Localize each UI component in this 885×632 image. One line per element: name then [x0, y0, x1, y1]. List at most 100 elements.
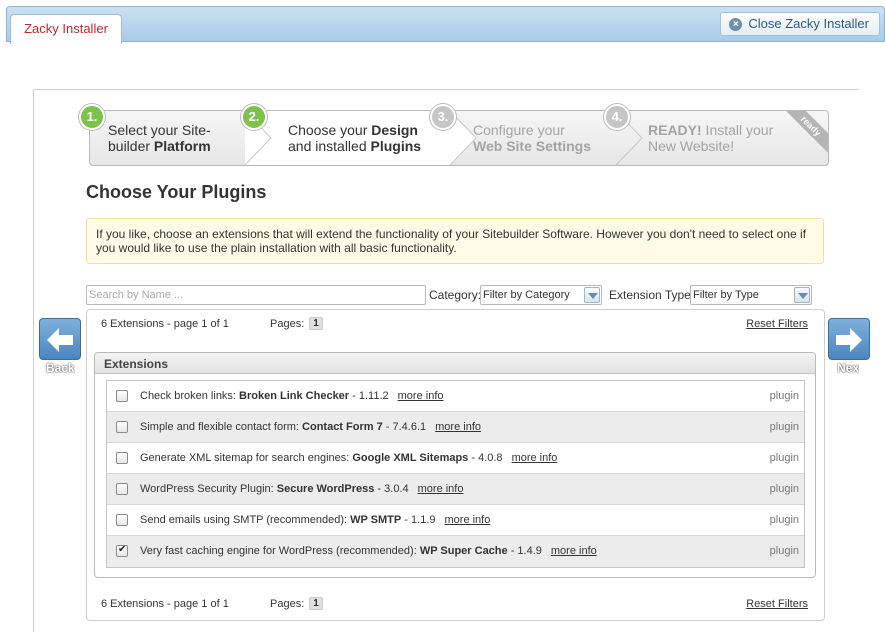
plugin-desc-text: Very fast caching engine for WordPress (…: [140, 545, 420, 557]
step-4: READY! Install your New Website!: [648, 111, 798, 165]
search-input[interactable]: [86, 285, 426, 305]
plugin-kind: plugin: [769, 514, 799, 526]
step-2: Choose your Design and installed Plugins: [288, 111, 448, 165]
plugin-kind: plugin: [769, 390, 799, 402]
content-frame-border: [33, 89, 34, 632]
chevron-down-icon[interactable]: [584, 287, 600, 303]
plugin-rows: Check broken links: Broken Link Checker …: [106, 380, 805, 568]
step-2-line1: Choose your Design: [288, 122, 448, 138]
close-installer-button[interactable]: × Close Zacky Installer: [720, 12, 880, 36]
plugin-checkbox[interactable]: [116, 390, 128, 402]
plugin-version: - 1.11.2: [349, 390, 389, 402]
step-2-line2-bold: Plugins: [370, 138, 422, 154]
step-2-line1-bold: Design: [371, 122, 418, 138]
pager-pages-label: Pages:: [270, 318, 305, 330]
plugin-row[interactable]: Simple and flexible contact form: Contac…: [107, 412, 804, 443]
extension-type-select[interactable]: Filter by Type: [690, 285, 812, 305]
more-info-link[interactable]: more info: [445, 514, 491, 526]
plugin-kind: plugin: [769, 545, 799, 557]
step-2-line2: and installed Plugins: [288, 138, 448, 154]
plugin-checkbox[interactable]: [116, 514, 128, 526]
plugin-kind: plugin: [769, 483, 799, 495]
step-4-number: 4.: [604, 104, 630, 130]
more-info-link[interactable]: more info: [398, 390, 444, 402]
plugin-desc-text: Send emails using SMTP (recommended):: [140, 514, 351, 526]
step-4-line1: READY! Install your: [648, 122, 798, 138]
plugin-checkbox-checked[interactable]: [116, 544, 128, 557]
plugin-name: Google XML Sitemaps: [352, 452, 469, 464]
plugin-checkbox[interactable]: [116, 483, 128, 495]
reset-filters-link[interactable]: Reset Filters: [746, 598, 808, 610]
more-info-link[interactable]: more info: [551, 545, 597, 557]
pager-count: 6 Extensions - page 1 of 1: [101, 318, 229, 330]
step-1-line1: Select your Site-: [108, 122, 211, 138]
arrow-left-icon: [47, 328, 73, 352]
step-1: Select your Site- builder Platform: [108, 111, 238, 165]
back-label[interactable]: Back: [46, 361, 75, 375]
step-3-line1: Configure your: [473, 122, 565, 138]
plugin-desc-text: WordPress Security Plugin:: [140, 483, 277, 495]
step-1-line2-bold: Platform: [153, 138, 211, 154]
plugin-checkbox[interactable]: [116, 421, 128, 433]
pager-pages-label: Pages:: [270, 598, 305, 610]
arrow-right-icon: [836, 328, 862, 352]
plugin-desc-text: Check broken links:: [140, 390, 240, 402]
plugin-description: Generate XML sitemap for search engines:…: [140, 452, 557, 464]
pager-page-button[interactable]: 1: [309, 597, 323, 610]
category-label: Category:: [429, 288, 482, 302]
reset-filters-link[interactable]: Reset Filters: [746, 318, 808, 330]
plugin-description: Check broken links: Broken Link Checker …: [140, 390, 444, 402]
more-info-link[interactable]: more info: [512, 452, 558, 464]
step-2-line1-text: Choose your: [288, 122, 372, 138]
plugin-version: - 1.4.9: [507, 545, 542, 557]
more-info-link[interactable]: more info: [418, 483, 464, 495]
step-2-line2-text: and installed: [288, 138, 371, 154]
plugin-description: Send emails using SMTP (recommended): WP…: [140, 514, 490, 526]
plugin-version: - 4.0.8: [468, 452, 503, 464]
plugin-version: - 7.4.6.1: [382, 421, 427, 433]
plugin-row[interactable]: Generate XML sitemap for search engines:…: [107, 443, 804, 474]
plugin-row[interactable]: Send emails using SMTP (recommended): WP…: [107, 505, 804, 536]
plugin-list-panel: 6 Extensions - page 1 of 1 Pages: 1 Rese…: [86, 309, 825, 621]
back-button[interactable]: [39, 318, 81, 360]
app-tab[interactable]: Zacky Installer: [10, 14, 122, 44]
step-3-line2: Web Site Settings: [473, 138, 623, 154]
plugin-description: WordPress Security Plugin: Secure WordPr…: [140, 483, 463, 495]
page-title: Choose Your Plugins: [86, 182, 267, 202]
plugin-desc-text: Simple and flexible contact form:: [140, 421, 303, 433]
more-info-link[interactable]: more info: [435, 421, 481, 433]
plugin-name: Contact Form 7: [302, 421, 383, 433]
chevron-down-icon[interactable]: [794, 287, 810, 303]
plugin-description: Simple and flexible contact form: Contac…: [140, 421, 481, 433]
plugin-row[interactable]: Check broken links: Broken Link Checker …: [107, 381, 804, 412]
close-installer-label: Close Zacky Installer: [748, 16, 869, 31]
next-label[interactable]: Next: [837, 361, 859, 375]
extensions-group-title: Extensions: [95, 353, 815, 374]
step-4-line1-text: Install your: [701, 122, 774, 138]
plugin-checkbox[interactable]: [116, 452, 128, 464]
next-button[interactable]: [828, 318, 870, 360]
plugin-row[interactable]: WordPress Security Plugin: Secure WordPr…: [107, 474, 804, 505]
category-select[interactable]: Filter by Category: [480, 285, 602, 305]
plugin-name: Secure WordPress: [276, 483, 375, 495]
top-bar: Zacky Installer × Close Zacky Installer: [6, 6, 885, 44]
step-4-line2: New Website!: [648, 138, 735, 154]
step-1-line2: builder Platform: [108, 138, 238, 154]
step-1-line2-text: builder: [108, 138, 154, 154]
step-4-line1-bold: READY!: [648, 122, 702, 138]
extensions-group: Extensions Check broken links: Broken Li…: [94, 352, 816, 578]
pager-page-button[interactable]: 1: [309, 317, 323, 330]
category-select-value: Filter by Category: [483, 289, 570, 301]
plugin-version: - 3.0.4: [374, 483, 409, 495]
pager-bottom: 6 Extensions - page 1 of 1 Pages: 1 Rese…: [87, 594, 824, 614]
step-3-number: 3.: [430, 104, 456, 130]
info-notice: If you like, choose an extensions that w…: [86, 218, 824, 264]
extension-type-label: Extension Type:: [609, 288, 695, 302]
plugin-row[interactable]: Very fast caching engine for WordPress (…: [107, 536, 804, 567]
wizard-steps: Select your Site- builder Platform Choos…: [89, 110, 829, 166]
plugin-name: Broken Link Checker: [239, 390, 350, 402]
pager-count: 6 Extensions - page 1 of 1: [101, 598, 229, 610]
plugin-desc-text: Generate XML sitemap for search engines:: [140, 452, 353, 464]
plugin-kind: plugin: [769, 421, 799, 433]
step-3-line2-bold: Web Site Settings: [473, 138, 591, 154]
